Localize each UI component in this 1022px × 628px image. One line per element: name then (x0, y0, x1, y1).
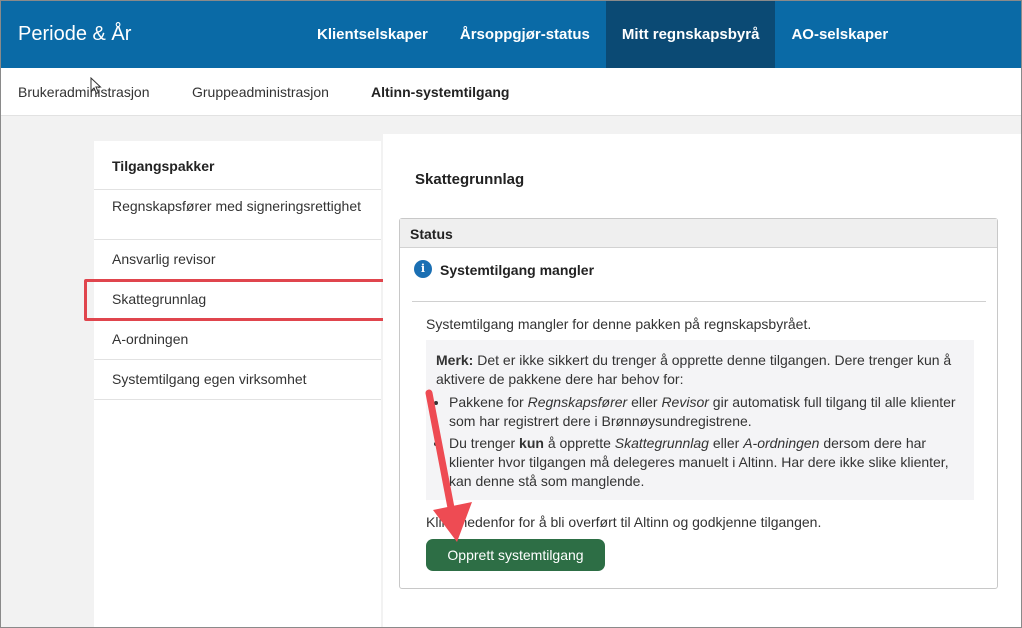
sub-nav: Brukeradministrasjon Gruppeadministrasjo… (1, 68, 1021, 116)
note-list: Pakkene for Regnskapsfører eller Revisor… (436, 393, 962, 491)
sidebar-item-systemtilgang-egen-virksomhet[interactable]: Systemtilgang egen virksomhet (94, 359, 381, 399)
nav-item-mitt-regnskapsbyra[interactable]: Mitt regnskapsbyrå (605, 1, 776, 68)
status-card: Status i Systemtilgang mangler Systemtil… (399, 218, 998, 589)
divider (412, 301, 986, 302)
note-box: Merk: Det er ikke sikkert du trenger å o… (426, 340, 974, 500)
page-title: Skattegrunnlag (415, 171, 525, 188)
note-intro: Merk: Det er ikke sikkert du trenger å o… (436, 352, 952, 387)
list-item: Du trenger kun å opprette Skattegrunnlag… (449, 434, 962, 491)
status-card-title: Status (410, 226, 453, 242)
nav-item-klientselskaper[interactable]: Klientselskaper (301, 1, 444, 68)
top-bar: Periode & År Klientselskaper Årsoppgjør-… (1, 1, 1021, 68)
status-message: Systemtilgang mangler (440, 262, 595, 278)
nav-item-ao-selskaper[interactable]: AO-selskaper (775, 1, 904, 68)
subnav-item-altinn-systemtilgang[interactable]: Altinn-systemtilgang (371, 84, 509, 100)
list-item: Pakkene for Regnskapsfører eller Revisor… (449, 393, 962, 431)
note-label: Merk: (436, 352, 474, 368)
main-nav: Klientselskaper Årsoppgjør-status Mitt r… (301, 1, 904, 68)
divider (94, 399, 381, 400)
status-card-header: Status (400, 219, 997, 248)
nav-item-arsoppgjor-status[interactable]: Årsoppgjør-status (444, 1, 606, 68)
app-window: Periode & År Klientselskaper Årsoppgjør-… (0, 0, 1022, 628)
panel-title: Tilgangspakker (112, 158, 215, 174)
instruction-text: Klikk nedenfor for å bli overført til Al… (426, 514, 822, 530)
content-panel: Skattegrunnlag Status i Systemtilgang ma… (383, 134, 1021, 627)
info-icon: i (414, 260, 432, 278)
create-system-access-button[interactable]: Opprett systemtilgang (426, 539, 605, 571)
selection-highlight (84, 279, 388, 321)
mouse-pointer-icon (90, 76, 102, 100)
sidebar-item-regnskapsforer[interactable]: Regnskapsfører med signeringsrettighet (94, 189, 381, 240)
subnav-item-gruppeadministrasjon[interactable]: Gruppeadministrasjon (192, 84, 329, 100)
sidebar-item-ansvarlig-revisor[interactable]: Ansvarlig revisor (94, 239, 381, 279)
app-brand[interactable]: Periode & År (18, 23, 131, 46)
status-description: Systemtilgang mangler for denne pakken p… (426, 316, 812, 332)
access-packages-panel: Tilgangspakker Regnskapsfører med signer… (94, 141, 381, 627)
subnav-item-brukeradministrasjon[interactable]: Brukeradministrasjon (18, 84, 150, 100)
sidebar-item-a-ordningen[interactable]: A-ordningen (94, 319, 381, 359)
